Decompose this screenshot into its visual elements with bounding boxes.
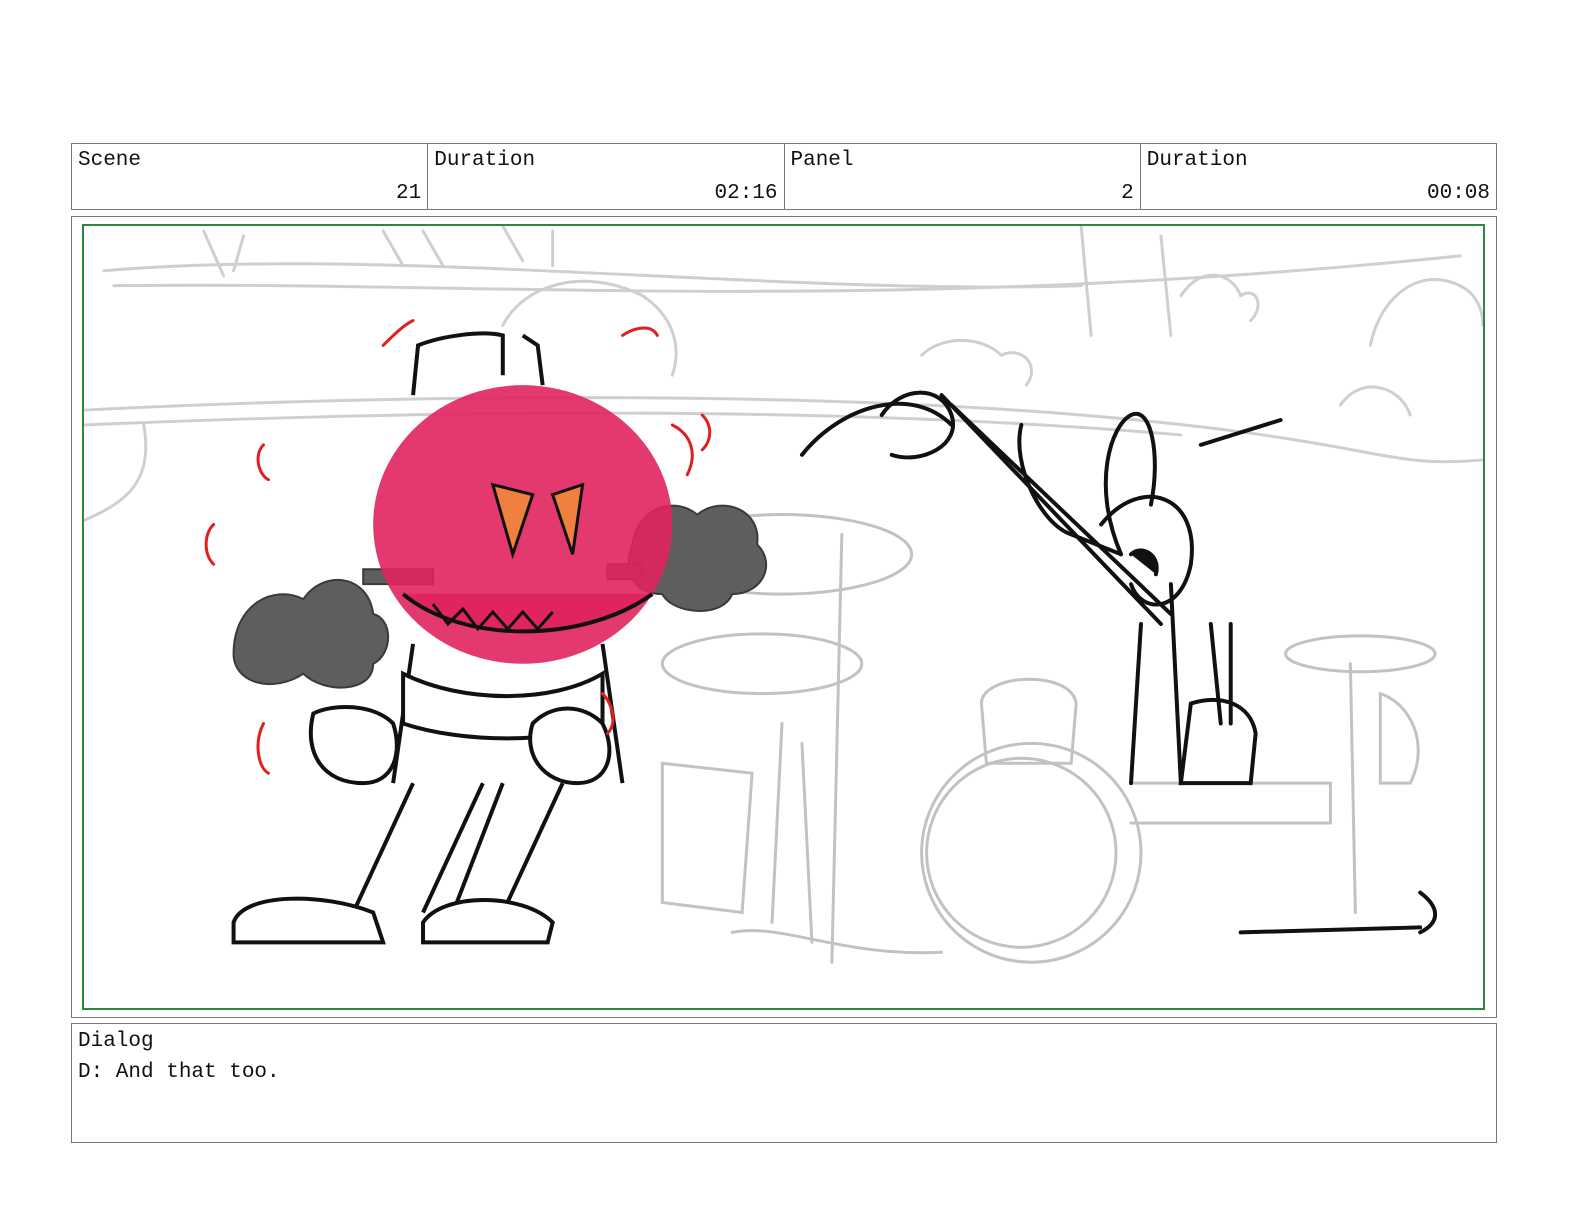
panel-cell: Panel 2 [785,144,1141,209]
scene-label: Scene [78,149,142,172]
scene-cell: Scene 21 [72,144,429,209]
safe-area [82,224,1485,1010]
panel-image-frame [71,216,1497,1018]
scene-duration-value: 02:16 [714,182,778,205]
panel-duration-label: Duration [1146,149,1248,172]
scene-duration-label: Duration [434,149,536,172]
drum-kit-sketch [650,513,1437,964]
scene-number: 21 [396,182,422,205]
scene-duration-cell: Duration 02:16 [428,144,785,209]
dialog-label: Dialog [78,1030,154,1053]
storyboard-sketch [84,226,1483,964]
dialog-box: Dialog D: And that too. [71,1023,1497,1143]
panel-label: Panel [790,149,854,172]
dialog-text: D: And that too. [78,1061,280,1084]
panel-number: 2 [1121,182,1134,205]
panel-duration-value: 00:08 [1426,182,1490,205]
drummer-character-sketch [799,390,1438,935]
background-sketch [84,226,1483,522]
panel-duration-cell: Duration 00:08 [1141,144,1496,209]
storyboard-header: Scene 21 Duration 02:16 Panel 2 Duration… [71,143,1497,210]
